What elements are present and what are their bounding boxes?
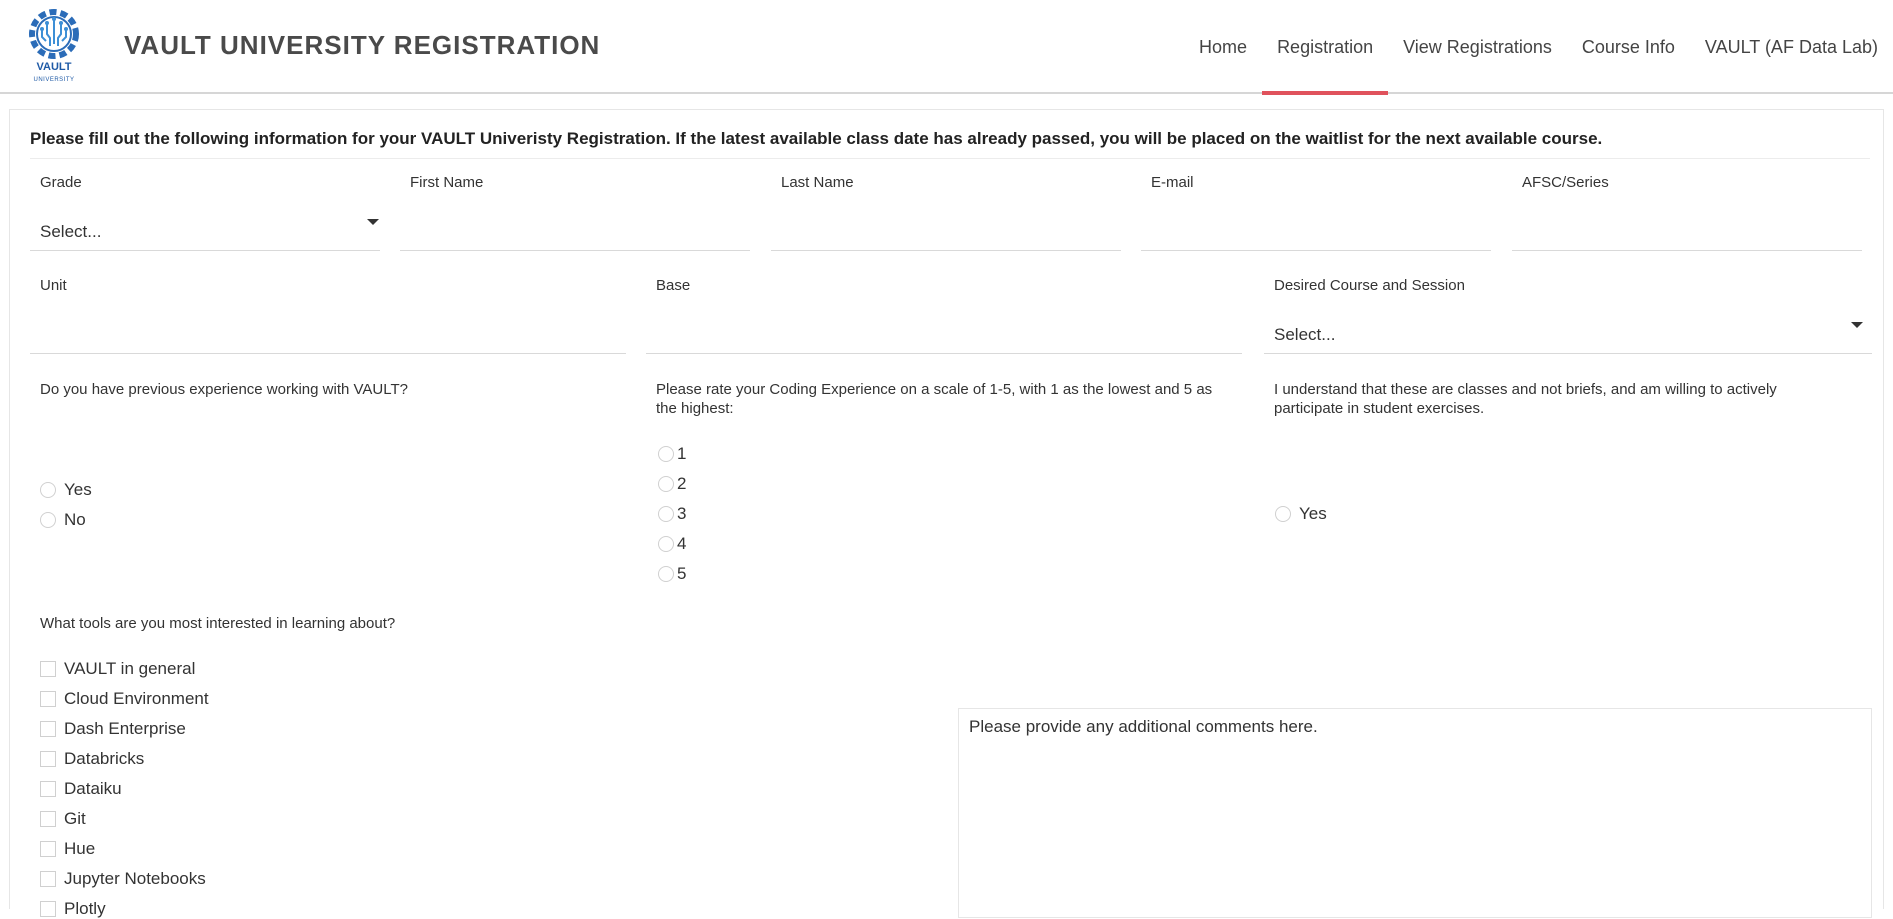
first-name-field[interactable] <box>400 250 750 251</box>
option-label: Dash Enterprise <box>64 719 186 738</box>
experience-option-no[interactable]: No <box>40 510 86 530</box>
last-name-label: Last Name <box>781 174 854 191</box>
coding-option-3[interactable]: 3 <box>658 504 686 524</box>
nav-home[interactable]: Home <box>1184 0 1262 94</box>
option-label: VAULT in general <box>64 659 196 678</box>
email-label: E-mail <box>1151 174 1194 191</box>
nav-registration[interactable]: Registration <box>1262 0 1389 95</box>
chevron-down-icon[interactable] <box>367 219 379 225</box>
unit-field[interactable] <box>30 353 626 354</box>
option-label: 1 <box>677 444 687 463</box>
tool-option-plotly[interactable]: Plotly <box>40 899 106 919</box>
radio-icon[interactable] <box>658 536 674 552</box>
base-label: Base <box>656 277 691 294</box>
tool-option-vault-in-general[interactable]: VAULT in general <box>40 659 195 679</box>
option-label: Yes <box>64 480 92 499</box>
radio-icon[interactable] <box>658 506 674 522</box>
nav-view-registrations[interactable]: View Registrations <box>1388 0 1567 94</box>
checkbox-icon[interactable] <box>40 721 56 737</box>
checkbox-icon[interactable] <box>40 751 56 767</box>
acknowledge-option-yes[interactable]: Yes <box>1275 504 1327 524</box>
experience-option-yes[interactable]: Yes <box>40 480 92 500</box>
radio-icon[interactable] <box>658 476 674 492</box>
option-label: Plotly <box>64 899 106 918</box>
checkbox-icon[interactable] <box>40 781 56 797</box>
option-label: Jupyter Notebooks <box>64 869 206 888</box>
radio-icon[interactable] <box>658 566 674 582</box>
top-navbar: VAULT UNIVERSITY VAULT UNIVERSITY REGIST… <box>0 0 1893 95</box>
checkbox-icon[interactable] <box>40 691 56 707</box>
svg-text:UNIVERSITY: UNIVERSITY <box>33 77 74 83</box>
option-label: Yes <box>1299 504 1327 523</box>
nav-vault-af-data-lab[interactable]: VAULT (AF Data Lab) <box>1690 0 1893 94</box>
checkbox-icon[interactable] <box>40 841 56 857</box>
email-field[interactable] <box>1141 250 1491 251</box>
option-label: 2 <box>677 474 687 493</box>
coding-option-5[interactable]: 5 <box>658 564 686 584</box>
divider <box>30 158 1870 159</box>
option-label: 5 <box>677 564 687 583</box>
option-label: Cloud Environment <box>64 689 209 708</box>
option-label: Hue <box>64 839 96 858</box>
form-instructions: Please fill out the following informatio… <box>30 129 1603 148</box>
option-label: 3 <box>677 504 687 523</box>
experience-question: Do you have previous experience working … <box>40 381 408 398</box>
svg-text:VAULT: VAULT <box>36 61 71 73</box>
radio-icon[interactable] <box>1275 506 1291 522</box>
unit-label: Unit <box>40 277 67 294</box>
tool-option-hue[interactable]: Hue <box>40 839 95 859</box>
first-name-label: First Name <box>410 174 484 191</box>
tool-option-git[interactable]: Git <box>40 809 86 829</box>
tool-option-dataiku[interactable]: Dataiku <box>40 779 122 799</box>
checkbox-icon[interactable] <box>40 871 56 887</box>
checkbox-icon[interactable] <box>40 661 56 677</box>
registration-form: Please fill out the following informatio… <box>9 109 1884 918</box>
radio-icon[interactable] <box>658 446 674 462</box>
vault-university-logo[interactable]: VAULT UNIVERSITY <box>22 4 86 86</box>
grade-label: Grade <box>40 174 82 191</box>
tool-option-databricks[interactable]: Databricks <box>40 749 144 769</box>
nav-course-info[interactable]: Course Info <box>1567 0 1690 94</box>
chevron-down-icon[interactable] <box>1851 322 1863 328</box>
radio-icon[interactable] <box>40 482 56 498</box>
app-title: VAULT UNIVERSITY REGISTRATION <box>124 30 601 60</box>
afsc-field[interactable] <box>1512 250 1862 251</box>
coding-question: Please rate your Coding Experience on a … <box>656 381 1213 417</box>
coding-option-2[interactable]: 2 <box>658 474 686 494</box>
acknowledge-question: I understand that these are classes and … <box>1274 381 1777 417</box>
coding-option-1[interactable]: 1 <box>658 444 686 464</box>
grade-select[interactable]: Select... <box>40 222 101 242</box>
tool-option-cloud-environment[interactable]: Cloud Environment <box>40 689 209 709</box>
option-label: No <box>64 510 86 529</box>
main-nav: Home Registration View Registrations Cou… <box>1184 0 1893 95</box>
course-select[interactable]: Select... <box>1274 325 1335 345</box>
last-name-field[interactable] <box>771 250 1121 251</box>
course-label: Desired Course and Session <box>1274 277 1465 294</box>
course-underline <box>1264 353 1872 354</box>
option-label: Git <box>64 809 86 828</box>
coding-option-4[interactable]: 4 <box>658 534 686 554</box>
radio-icon[interactable] <box>40 512 56 528</box>
option-label: Databricks <box>64 749 145 768</box>
grade-underline <box>30 250 380 251</box>
checkbox-icon[interactable] <box>40 901 56 917</box>
tool-option-jupyter-notebooks[interactable]: Jupyter Notebooks <box>40 869 206 889</box>
afsc-label: AFSC/Series <box>1522 174 1609 191</box>
base-field[interactable] <box>646 353 1242 354</box>
tools-question: What tools are you most interested in le… <box>40 615 396 632</box>
option-label: 4 <box>677 534 687 553</box>
comments-textarea[interactable] <box>958 708 1872 918</box>
option-label: Dataiku <box>64 779 122 798</box>
checkbox-icon[interactable] <box>40 811 56 827</box>
tool-option-dash-enterprise[interactable]: Dash Enterprise <box>40 719 186 739</box>
